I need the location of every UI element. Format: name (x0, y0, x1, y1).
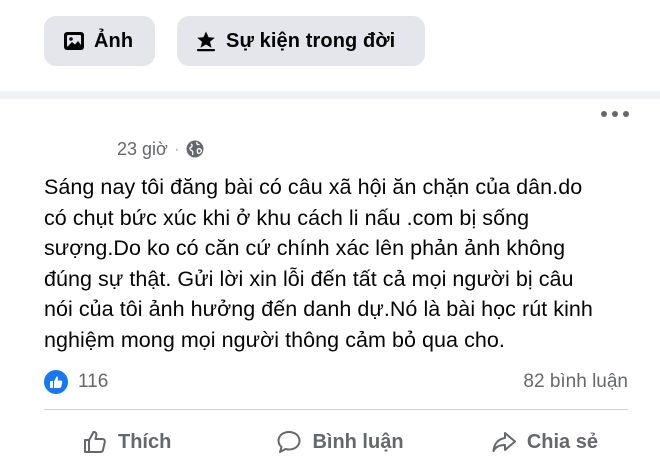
post-timestamp[interactable]: 23 giờ (117, 139, 168, 160)
reactions-summary[interactable]: 116 (44, 370, 108, 394)
comment-button[interactable]: Bình luận (254, 420, 426, 464)
comment-bubble-icon (276, 429, 302, 455)
share-arrow-icon (491, 429, 517, 455)
photo-button[interactable]: Ảnh (44, 16, 155, 66)
share-label: Chia sẻ (526, 430, 598, 453)
composer-bar: Ảnh Sự kiện trong đời (0, 0, 660, 92)
like-label: Thích (118, 430, 172, 453)
thumbs-up-icon (82, 429, 108, 455)
comment-count[interactable]: 82 bình luận (523, 371, 628, 393)
like-reaction-icon (44, 370, 68, 394)
like-button[interactable]: Thích (44, 420, 254, 464)
life-event-button[interactable]: Sự kiện trong đời (177, 16, 425, 66)
post-actions: Thích Bình luận Chia sẻ (44, 420, 628, 464)
photo-label: Ảnh (94, 29, 134, 52)
post-meta: 23 giờ · (117, 137, 204, 161)
post-stats: 116 82 bình luận (44, 368, 628, 396)
life-event-label: Sự kiện trong đời (226, 29, 396, 52)
share-button[interactable]: Chia sẻ (426, 420, 628, 464)
reaction-count: 116 (78, 371, 109, 392)
more-options-icon[interactable] (595, 104, 635, 124)
flag-star-icon (195, 30, 217, 52)
actions-divider (44, 409, 628, 410)
photo-icon (63, 30, 85, 52)
section-divider (0, 91, 660, 99)
meta-separator: · (174, 142, 179, 156)
globe-icon[interactable] (186, 140, 204, 158)
post-body-text: Sáng nay tôi đăng bài có câu xã hội ăn c… (44, 175, 593, 352)
comment-label: Bình luận (312, 430, 404, 453)
